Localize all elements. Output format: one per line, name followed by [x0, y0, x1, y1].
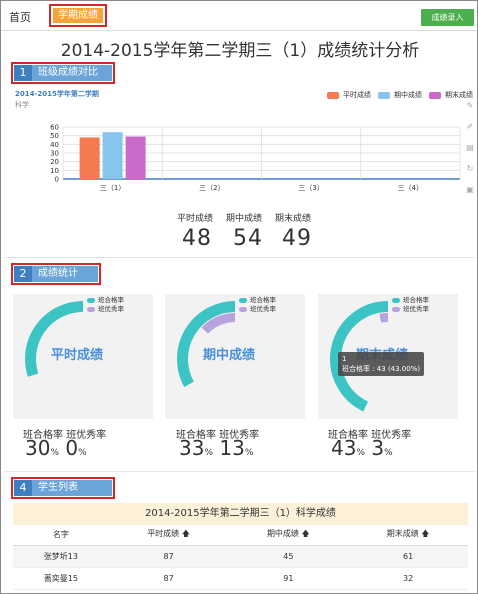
cell-regular: 87 — [108, 567, 229, 590]
legend-swatch — [392, 306, 400, 312]
section-label: 班级成绩对比 — [32, 65, 112, 81]
table-row[interactable]: 张梦圻13 87 45 61 — [13, 545, 468, 568]
chart-subject: 科学 — [15, 101, 29, 109]
table-title: 2014-2015学年第二学期三（1）科学成绩 — [13, 503, 468, 525]
student-table: 2014-2015学年第二学期三（1）科学成绩 名字 平时成绩 🡅 期中成绩 🡅… — [13, 503, 468, 590]
pencil-icon[interactable]: ✎ — [465, 101, 475, 111]
legend-item-regular[interactable]: 平时成绩 — [327, 90, 371, 100]
cell-final: 32 — [348, 567, 468, 590]
legend-swatch — [239, 306, 247, 312]
sort-arrow-up-icon[interactable]: 🡅 — [182, 529, 190, 538]
rate-values-regular: 30% 0% — [25, 436, 87, 460]
tooltip-title: 1 — [342, 355, 347, 363]
stat-label-final: 期末成绩 — [275, 214, 312, 224]
stat-value-regular: 48 — [182, 226, 212, 251]
legend-swatch — [239, 297, 247, 303]
legend-swatch — [392, 297, 400, 303]
legend-swatch — [87, 306, 95, 312]
bar — [125, 136, 146, 179]
tab-home[interactable]: 首页 — [9, 9, 31, 25]
sort-arrow-up-icon[interactable]: 🡅 — [421, 529, 429, 538]
column-header-name[interactable]: 名字 — [13, 525, 109, 546]
section-student-list: 4 学生列表 — [11, 477, 115, 499]
rate-values-midterm: 33% 13% — [179, 436, 254, 460]
donut-regular: 班合格率 班优秀率 平时成绩 — [13, 294, 153, 419]
x-tick-label: 三（1） — [100, 184, 125, 192]
grade-entry-button[interactable]: 成绩录入 — [421, 9, 474, 26]
restore-icon[interactable]: ↻ — [465, 164, 475, 174]
section-number: 4 — [14, 480, 32, 496]
page-title: 2014-2015学年第二学期三（1）成绩统计分析 — [60, 41, 420, 61]
data-view-icon[interactable]: ▤ — [465, 143, 475, 153]
divider — [5, 471, 475, 472]
stat-value-midterm: 54 — [233, 226, 263, 251]
donut-legend-excellent[interactable]: 班优秀率 — [392, 304, 429, 314]
legend-swatch — [327, 91, 339, 99]
x-tick-label: 三（4） — [398, 184, 423, 192]
donut-center-label: 期中成绩 — [203, 348, 256, 363]
legend-item-final[interactable]: 期末成绩 — [429, 90, 473, 100]
bar-chart: 0102030405060 三（1） 三（2） 三（3） 三（4） — [50, 124, 461, 192]
donut-final: 班合格率 班优秀率 期末成绩 1 班合格率 : 43 (43.00%) — [318, 294, 458, 419]
y-tick-label: 10 — [50, 167, 59, 175]
tooltip-body: 班合格率 : 43 (43.00%) — [342, 365, 421, 373]
section-number: 1 — [14, 65, 32, 81]
tab-semester-grades[interactable]: 学期成绩 — [49, 4, 107, 27]
section-grade-stats: 2 成绩统计 — [11, 263, 101, 285]
section-class-compare: 1 班级成绩对比 — [11, 62, 115, 84]
y-tick-label: 60 — [50, 124, 59, 132]
edit-icon[interactable]: ✐ — [465, 122, 475, 132]
donut-center-label: 平时成绩 — [51, 348, 104, 363]
column-header-midterm[interactable]: 期中成绩 🡅 — [228, 525, 349, 546]
chart-tooltip: 1 班合格率 : 43 (43.00%) — [338, 352, 425, 376]
section-label: 学生列表 — [32, 480, 112, 496]
donut-legend-excellent[interactable]: 班优秀率 — [87, 304, 124, 314]
excellent-rate-arc[interactable] — [379, 313, 389, 323]
cell-name: 蓍奕曼15 — [13, 567, 109, 590]
save-image-icon[interactable]: ▣ — [465, 185, 475, 195]
chart-toolbox: ✎ ✐ ▤ ↻ ▣ — [465, 101, 477, 206]
bar — [102, 132, 123, 179]
donut-midterm: 班合格率 班优秀率 期中成绩 — [165, 294, 305, 419]
section-number: 2 — [14, 266, 32, 282]
chart-subtitle: 2014-2015学年第二学期 — [15, 90, 99, 98]
legend-swatch — [378, 91, 390, 99]
tab-semester-grades-label: 学期成绩 — [53, 8, 103, 23]
x-tick-label: 三（2） — [199, 184, 224, 192]
y-tick-label: 30 — [50, 150, 59, 158]
bar — [79, 137, 100, 179]
column-header-final[interactable]: 期末成绩 🡅 — [348, 525, 468, 546]
x-tick-label: 三（3） — [298, 184, 323, 192]
divider — [5, 257, 475, 258]
stat-value-final: 49 — [282, 226, 312, 251]
table-row[interactable]: 蓍奕曼15 87 91 32 — [13, 567, 468, 590]
legend-item-midterm[interactable]: 期中成绩 — [378, 90, 422, 100]
legend-swatch — [429, 91, 441, 99]
column-header-regular[interactable]: 平时成绩 🡅 — [108, 525, 229, 546]
cell-midterm: 91 — [228, 567, 349, 590]
y-tick-label: 40 — [50, 141, 59, 149]
sort-arrow-up-icon[interactable]: 🡅 — [301, 529, 309, 538]
cell-regular: 87 — [108, 545, 229, 568]
y-tick-label: 50 — [50, 132, 59, 140]
cell-name: 张梦圻13 — [13, 545, 109, 568]
donut-legend-excellent[interactable]: 班优秀率 — [239, 304, 276, 314]
stat-label-midterm: 期中成绩 — [226, 214, 263, 224]
section-label: 成绩统计 — [32, 266, 98, 282]
cell-midterm: 45 — [228, 545, 349, 568]
cell-final: 61 — [348, 545, 468, 568]
pass-rate-arc[interactable] — [25, 301, 84, 377]
y-tick-label: 0 — [55, 176, 59, 184]
y-tick-label: 20 — [50, 158, 59, 166]
legend-swatch — [87, 297, 95, 303]
stat-label-regular: 平时成绩 — [177, 214, 214, 224]
rate-values-final: 43% 3% — [331, 436, 393, 460]
